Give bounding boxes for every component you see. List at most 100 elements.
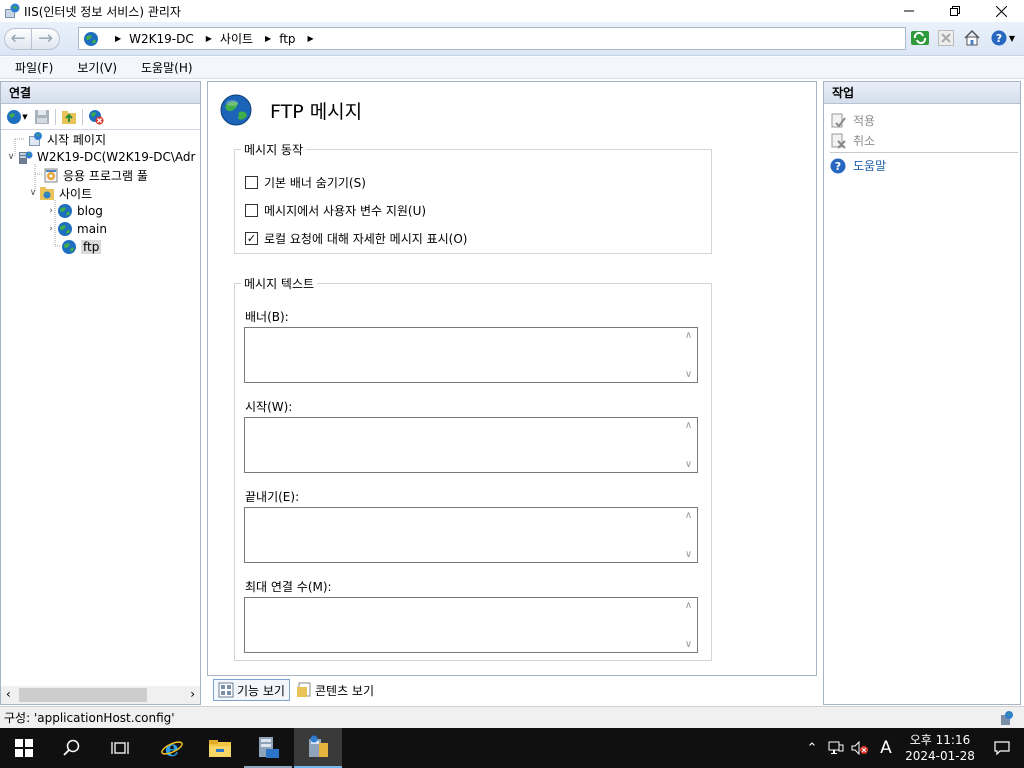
banner-textarea[interactable]: ∧ ∨ <box>244 327 698 383</box>
user-variables-checkbox[interactable] <box>245 204 258 217</box>
search-button[interactable] <box>48 728 96 768</box>
close-button[interactable] <box>978 0 1024 22</box>
tree-item-site-ftp[interactable]: ftp <box>61 238 102 256</box>
tree-item-label: ftp <box>81 240 102 254</box>
help-dropdown-button[interactable]: ? ▼ <box>988 28 1018 48</box>
breadcrumb-server[interactable]: W2K19-DC <box>129 32 194 46</box>
group-legend: 메시지 동작 <box>244 143 304 157</box>
task-view-button[interactable] <box>96 728 144 768</box>
hide-banner-option[interactable]: 기본 배너 숨기기(S) <box>245 174 366 191</box>
network-button[interactable] <box>824 728 848 768</box>
menu-view[interactable]: 보기(V) <box>68 59 126 76</box>
chevron-up-icon: ∧ <box>684 510 693 521</box>
iis-manager-button[interactable] <box>294 728 342 768</box>
taskbar-clock[interactable]: 오후 11:16 2024-01-28 <box>900 732 980 764</box>
app-pool-icon <box>43 167 59 183</box>
cancel-action[interactable]: 취소 <box>830 132 875 149</box>
connect-button[interactable]: ▼ <box>3 106 31 128</box>
disconnect-button[interactable] <box>85 106 107 128</box>
apply-icon <box>830 113 846 129</box>
tree-horizontal-scrollbar[interactable]: ‹ › <box>1 686 200 704</box>
window-title: IIS(인터넷 정보 서비스) 관리자 <box>24 4 181 19</box>
scroll-right-icon[interactable]: › <box>190 687 195 701</box>
textarea-scrollbar[interactable]: ∧ ∨ <box>680 508 697 562</box>
tree-item-sites[interactable]: ∨ 사이트 <box>27 184 92 202</box>
volume-muted-icon <box>851 741 868 755</box>
show-hidden-icons-button[interactable]: ⌃ <box>800 728 824 768</box>
exit-textarea[interactable]: ∧ ∨ <box>244 507 698 563</box>
page-header: FTP 메시지 <box>220 94 362 126</box>
stop-button[interactable] <box>936 28 956 48</box>
minimize-button[interactable] <box>886 0 932 22</box>
volume-button[interactable] <box>848 728 872 768</box>
chevron-up-icon: ∧ <box>684 420 693 431</box>
apply-action[interactable]: 적용 <box>830 112 875 129</box>
restore-button[interactable] <box>932 0 978 22</box>
textarea-scrollbar[interactable]: ∧ ∨ <box>680 328 697 382</box>
breadcrumb-sites[interactable]: 사이트 <box>220 30 253 47</box>
max-connections-label: 최대 연결 수(M): <box>245 580 332 594</box>
menu-help[interactable]: 도움말(H) <box>132 59 202 76</box>
forward-button[interactable]: → <box>32 27 60 50</box>
server-manager-button[interactable] <box>244 728 292 768</box>
input-method-indicator[interactable]: A <box>872 728 900 768</box>
chevron-right-icon[interactable]: ▶ <box>206 34 212 43</box>
breadcrumb[interactable]: ▶ W2K19-DC ▶ 사이트 ▶ ftp ▶ <box>78 27 906 50</box>
back-button[interactable]: ← <box>4 27 32 50</box>
check-mark-icon: ✓ <box>246 232 257 245</box>
site-globe-icon <box>57 203 73 219</box>
tree-item-start-page[interactable]: 시작 페이지 <box>15 130 106 148</box>
welcome-textarea[interactable]: ∧ ∨ <box>244 417 698 473</box>
chevron-right-icon[interactable]: › <box>45 224 57 234</box>
tree-item-site-main[interactable]: › main <box>45 220 107 238</box>
up-level-button[interactable] <box>58 106 80 128</box>
internet-explorer-button[interactable]: e <box>148 728 196 768</box>
notification-icon <box>994 741 1010 756</box>
chevron-right-icon[interactable]: ▶ <box>265 34 271 43</box>
status-text: 구성: 'applicationHost.config' <box>4 711 175 725</box>
sites-folder-icon <box>39 185 55 201</box>
chevron-down-icon: ▼ <box>1008 33 1016 43</box>
search-icon <box>63 739 80 756</box>
hide-banner-checkbox[interactable] <box>245 176 258 189</box>
internet-explorer-icon: e <box>161 736 183 760</box>
detailed-messages-option[interactable]: ✓ 로컬 요청에 대해 자세한 메시지 표시(O) <box>245 230 467 247</box>
notifications-button[interactable] <box>980 728 1024 768</box>
user-variables-option[interactable]: 메시지에서 사용자 변수 지원(U) <box>245 202 426 219</box>
chevron-expanded-icon[interactable]: ∨ <box>27 188 39 198</box>
max-connections-textarea[interactable]: ∧ ∨ <box>244 597 698 653</box>
chevron-down-icon: ∨ <box>684 459 693 470</box>
tree-item-label: W2K19-DC(W2K19-DC\Adr <box>37 150 196 164</box>
menu-file[interactable]: 파일(F) <box>6 59 62 76</box>
tree-item-label: main <box>77 222 107 236</box>
file-explorer-button[interactable] <box>196 728 244 768</box>
tree-item-app-pools[interactable]: 응용 프로그램 풀 <box>43 166 148 184</box>
chevron-right-icon[interactable]: ▶ <box>115 34 121 43</box>
chevron-up-icon: ∧ <box>684 600 693 611</box>
chevron-expanded-icon[interactable]: ∨ <box>5 152 17 162</box>
start-button[interactable] <box>0 728 48 768</box>
tree-item-server[interactable]: ∨ W2K19-DC(W2K19-DC\Adr <box>5 148 195 166</box>
save-connections-button[interactable] <box>31 106 53 128</box>
refresh-button[interactable] <box>910 28 930 48</box>
home-button[interactable] <box>962 28 982 48</box>
chevron-right-icon[interactable]: › <box>45 206 57 216</box>
site-globe-icon <box>57 221 73 237</box>
toolbar-divider <box>55 108 56 125</box>
tree-item-site-blog[interactable]: › blog <box>45 202 103 220</box>
scroll-left-icon[interactable]: ‹ <box>6 687 11 701</box>
scrollbar-thumb[interactable] <box>19 688 147 702</box>
svg-text:?: ? <box>835 160 841 173</box>
tree-item-label: 응용 프로그램 풀 <box>63 168 148 183</box>
chevron-right-icon[interactable]: ▶ <box>308 34 314 43</box>
content-view-tab[interactable]: 콘텐츠 보기 <box>292 679 378 701</box>
breadcrumb-ftp[interactable]: ftp <box>279 32 295 46</box>
detailed-messages-checkbox[interactable]: ✓ <box>245 232 258 245</box>
chevron-down-icon: ∨ <box>684 639 693 650</box>
features-view-tab[interactable]: 기능 보기 <box>213 679 290 701</box>
textarea-scrollbar[interactable]: ∧ ∨ <box>680 418 697 472</box>
tab-label: 기능 보기 <box>237 683 285 698</box>
textarea-scrollbar[interactable]: ∧ ∨ <box>680 598 697 652</box>
help-action[interactable]: ? 도움말 <box>830 157 886 174</box>
group-legend: 메시지 텍스트 <box>244 277 315 291</box>
